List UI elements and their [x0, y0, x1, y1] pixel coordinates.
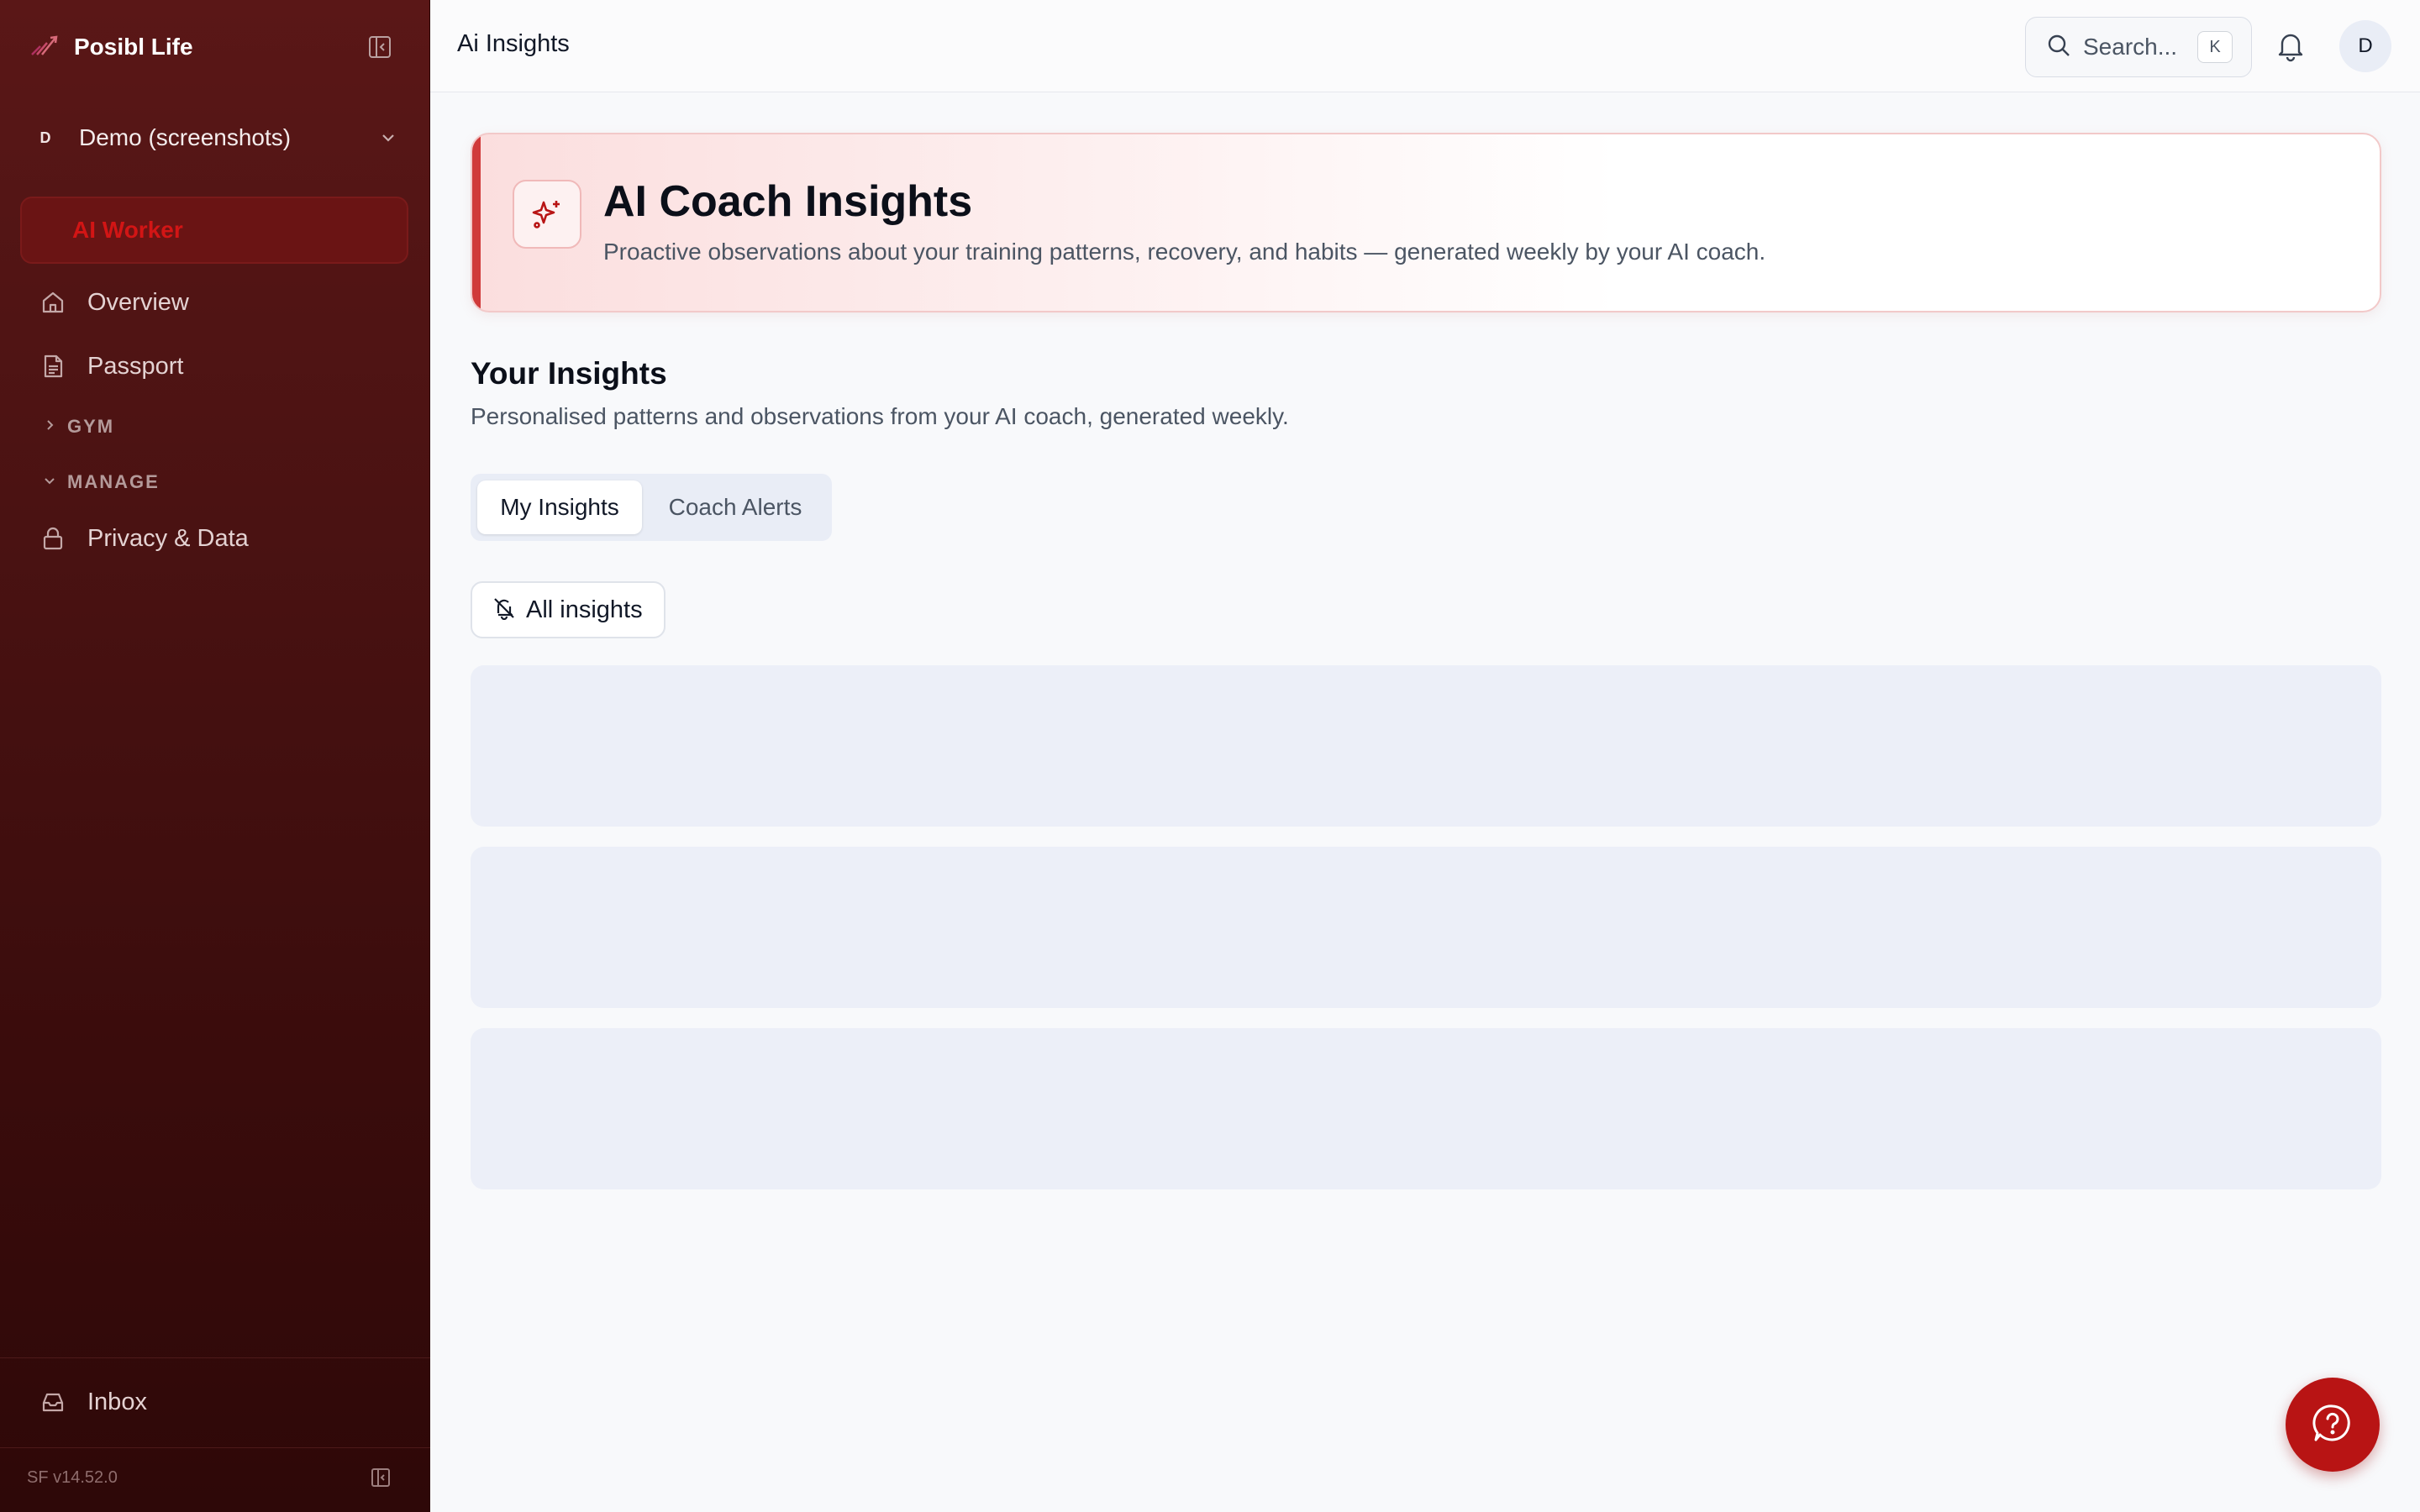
- insight-skeleton: [471, 665, 2381, 827]
- insight-skeleton: [471, 1028, 2381, 1189]
- workspace-name: Demo (screenshots): [79, 124, 292, 150]
- sidebar-item-inbox[interactable]: Inbox: [39, 1383, 408, 1420]
- section-title: Your Insights: [471, 356, 667, 391]
- sidebar-item-overview[interactable]: Overview: [39, 284, 408, 321]
- chevron-down-icon: [376, 126, 400, 150]
- sparkles-icon: [513, 180, 581, 249]
- logo-icon: [30, 34, 59, 60]
- inbox-icon: [39, 1388, 67, 1416]
- search-input[interactable]: Search... K: [2025, 17, 2252, 77]
- sidebar-item-label: Privacy & Data: [87, 524, 249, 552]
- topbar: Ai Insights Search... K D: [430, 0, 2420, 92]
- search-shortcut: K: [2197, 31, 2233, 63]
- sidebar: Posibl Life D Demo (screenshots) AI Work…: [0, 0, 430, 1512]
- search-icon: [2046, 33, 2071, 62]
- filter-label: All insights: [526, 596, 643, 623]
- sidebar-item-label: Overview: [87, 288, 189, 316]
- brand-title: Posibl Life: [74, 34, 193, 60]
- insight-skeleton: [471, 847, 2381, 1008]
- version-label: SF v14.52.0: [27, 1468, 118, 1487]
- hero-accent-bar: [472, 134, 481, 311]
- search-placeholder: Search...: [2083, 34, 2178, 60]
- sidebar-item-label: Passport: [87, 352, 184, 380]
- workspace-switcher[interactable]: D Demo (screenshots): [30, 121, 400, 155]
- section-subtitle: Personalised patterns and observations f…: [471, 403, 1289, 429]
- sidebar-divider: [0, 1357, 430, 1358]
- panel-toggle-icon[interactable]: [370, 1467, 392, 1488]
- sidebar-item-label: AI Worker: [72, 217, 183, 243]
- chevron-right-icon: [42, 417, 57, 437]
- help-chat-icon: [2311, 1401, 2354, 1449]
- notifications-bell-icon[interactable]: [2274, 29, 2307, 62]
- sidebar-item-label: Inbox: [87, 1388, 147, 1415]
- section-gym[interactable]: GYM: [42, 414, 114, 439]
- chevron-down-icon: [42, 473, 57, 492]
- help-chat-button[interactable]: [2286, 1378, 2380, 1472]
- tab-my-insights[interactable]: My Insights: [477, 480, 642, 534]
- sidebar-item-privacy[interactable]: Privacy & Data: [39, 520, 408, 557]
- insights-tabs: My Insights Coach Alerts: [471, 474, 832, 541]
- insights-hero-card: AI Coach Insights Proactive observations…: [471, 133, 2381, 312]
- workspace-avatar: D: [39, 129, 51, 146]
- page-title: Ai Insights: [457, 30, 570, 57]
- section-manage[interactable]: MANAGE: [42, 470, 160, 495]
- section-label: GYM: [67, 416, 115, 437]
- sidebar-item-passport[interactable]: Passport: [39, 348, 408, 385]
- sidebar-collapse-icon[interactable]: [366, 34, 393, 60]
- sidebar-item-ai-worker[interactable]: AI Worker: [20, 197, 408, 264]
- tab-coach-alerts[interactable]: Coach Alerts: [645, 480, 825, 534]
- home-icon: [39, 288, 67, 317]
- lock-icon: [39, 524, 67, 553]
- brand[interactable]: Posibl Life: [30, 30, 193, 64]
- user-avatar[interactable]: D: [2339, 20, 2391, 72]
- sidebar-divider: [0, 1447, 430, 1448]
- all-insights-filter-button[interactable]: All insights: [471, 581, 666, 638]
- bell-off-icon: [492, 596, 516, 624]
- hero-subtitle: Proactive observations about your traini…: [603, 239, 1766, 265]
- document-icon: [39, 352, 67, 381]
- hero-title: AI Coach Insights: [603, 177, 973, 226]
- section-label: MANAGE: [67, 471, 160, 492]
